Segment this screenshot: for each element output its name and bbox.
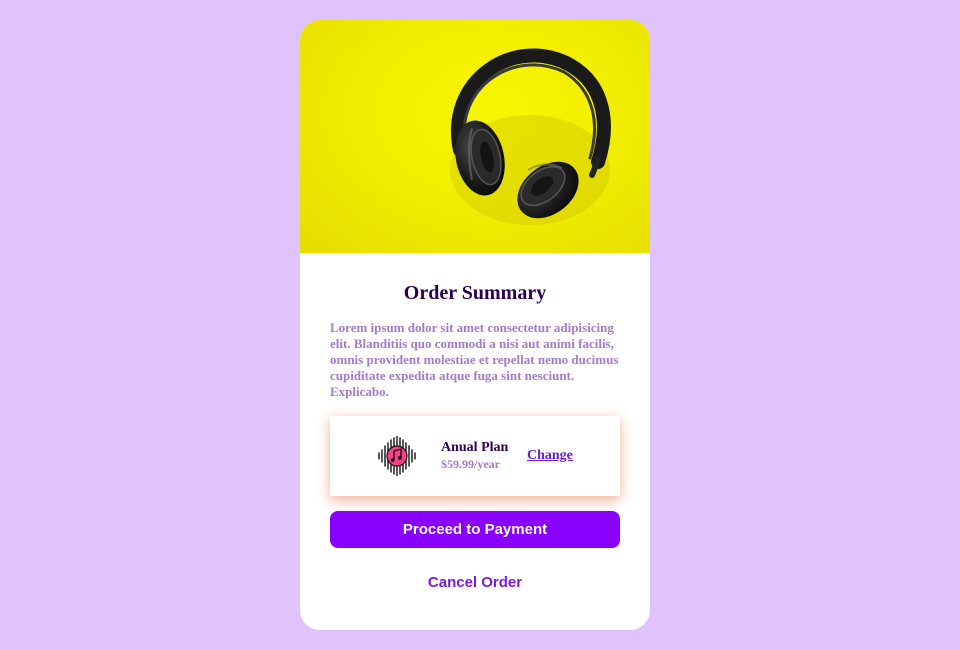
order-summary-title: Order Summary <box>403 282 547 304</box>
plan-name: Anual Plan <box>441 440 509 455</box>
order-description: Lorem ipsum dolor sit amet consectetur a… <box>330 320 619 399</box>
plan-price: $59.99/year <box>441 457 500 471</box>
headphones-hero-image <box>300 20 650 253</box>
change-plan-link[interactable]: Change <box>527 448 573 464</box>
proceed-to-payment-button[interactable]: Proceed to Payment <box>330 511 620 548</box>
music-note-icon <box>377 435 419 477</box>
plan-card: Anual Plan $59.99/year Change <box>330 416 620 496</box>
order-summary-card: Order Summary Lorem ipsum dolor sit amet… <box>300 20 650 630</box>
cancel-order-button[interactable]: Cancel Order <box>330 570 620 594</box>
